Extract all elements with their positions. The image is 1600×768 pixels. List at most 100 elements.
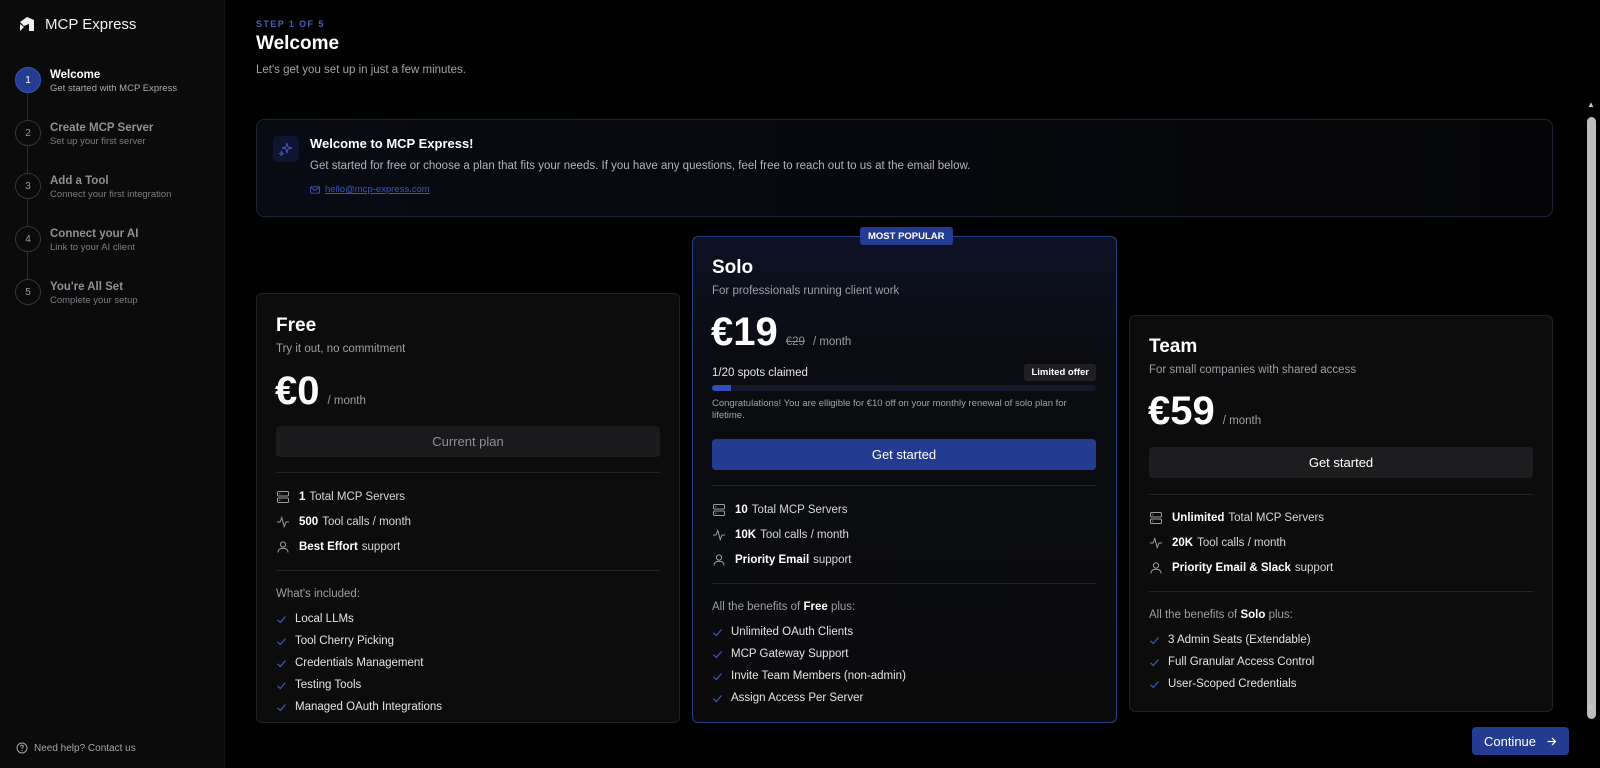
- included-item: Tool Cherry Picking: [276, 630, 442, 652]
- user-icon: [277, 540, 289, 553]
- plan-name: Solo: [712, 257, 754, 278]
- page-header: STEP 1 OF 5 Welcome Let's get you set up…: [256, 19, 466, 76]
- mail-icon: [310, 185, 320, 194]
- included-list: Local LLMs Tool Cherry Picking Credentia…: [276, 608, 442, 718]
- step-connector: [27, 93, 28, 120]
- check-icon: [713, 672, 722, 680]
- step-title: Welcome: [50, 69, 101, 81]
- contact-email: hello@mcp-express.com: [310, 184, 430, 195]
- welcome-card-title: Welcome to MCP Express!: [310, 136, 474, 151]
- included-label: Tool Cherry Picking: [295, 635, 395, 647]
- check-icon: [1150, 680, 1159, 688]
- included-item: 3 Admin Seats (Extendable): [1149, 629, 1314, 651]
- discount-notice: Congratulations! You are elligible for €…: [712, 398, 1067, 421]
- feature-servers: 1 Total MCP Servers: [276, 484, 411, 509]
- divider: [276, 570, 660, 571]
- divider: [712, 583, 1096, 584]
- feature-servers: 10 Total MCP Servers: [712, 497, 852, 522]
- plan-description: For professionals running client work: [712, 285, 900, 297]
- brand[interactable]: MCP Express: [18, 15, 136, 33]
- continue-button[interactable]: Continue: [1472, 727, 1569, 755]
- feature-value: Priority Email & Slack: [1172, 561, 1291, 574]
- scroll-down-arrow-icon[interactable]: ▼: [1587, 703, 1595, 712]
- price-amount: €0: [275, 369, 320, 413]
- page-title: Welcome: [256, 33, 340, 54]
- feature-value: Priority Email: [735, 553, 810, 566]
- feature-value: 20K: [1172, 536, 1194, 549]
- feature-label: support: [1294, 561, 1334, 574]
- feature-value: Unlimited: [1172, 511, 1225, 524]
- step-add-tool[interactable]: 3 Add a Tool Connect your first integrat…: [15, 173, 215, 226]
- feature-label: support: [361, 540, 401, 553]
- stepper: 1 Welcome Get started with MCP Express 2…: [15, 67, 215, 332]
- continue-label: Continue: [1483, 733, 1537, 749]
- step-create-mcp-server[interactable]: 2 Create MCP Server Set up your first se…: [15, 120, 215, 173]
- step-subtitle: Set up your first server: [50, 136, 146, 147]
- included-label: Local LLMs: [295, 613, 354, 625]
- brand-name: MCP Express: [45, 15, 137, 33]
- plan-description: Try it out, no commitment: [276, 343, 406, 355]
- price-period: / month: [327, 395, 366, 407]
- spots-claimed: 1/20 spots claimed Limited offer: [712, 364, 1096, 381]
- step-indicator: STEP 1 OF 5: [256, 19, 325, 29]
- scrollbar-thumb[interactable]: [1587, 117, 1596, 719]
- help-text: Need help? Contact us: [34, 742, 136, 754]
- server-icon: [713, 503, 725, 516]
- feature-tool-calls: 20K Tool calls / month: [1149, 530, 1333, 555]
- team-get-started-button[interactable]: Get started: [1149, 447, 1533, 478]
- most-popular-badge: MOST POPULAR: [860, 227, 953, 245]
- progress-fill: [712, 385, 732, 391]
- check-icon: [1150, 636, 1159, 644]
- step-number: 5: [15, 279, 41, 305]
- plan-card-team: Team For small companies with shared acc…: [1129, 315, 1553, 712]
- user-icon: [1150, 561, 1162, 574]
- step-subtitle: Connect your first integration: [50, 189, 172, 200]
- current-plan-button[interactable]: Current plan: [276, 426, 660, 457]
- step-all-set[interactable]: 5 You're All Set Complete your setup: [15, 279, 215, 332]
- scroll-up-arrow-icon[interactable]: ▲: [1587, 100, 1595, 109]
- spots-claimed-text: 1/20 spots claimed: [712, 366, 808, 379]
- included-item: MCP Gateway Support: [712, 643, 906, 665]
- scrollbar[interactable]: ▲ ▼: [1585, 100, 1598, 719]
- plan-description: For small companies with shared access: [1149, 364, 1357, 376]
- welcome-card-text: Get started for free or choose a plan th…: [310, 160, 971, 172]
- step-title: You're All Set: [50, 281, 124, 293]
- plan-features: Unlimited Total MCP Servers 20K Tool calls…: [1149, 505, 1333, 580]
- step-connect-ai[interactable]: 4 Connect your AI Link to your AI client: [15, 226, 215, 279]
- step-connector: [27, 199, 28, 226]
- plan-card-free: Free Try it out, no commitment €0 / mont…: [256, 293, 680, 723]
- check-icon: [277, 615, 286, 623]
- plan-features: 1 Total MCP Servers 500 Tool calls / month…: [276, 484, 411, 559]
- plan-card-solo: Solo For professionals running client wo…: [692, 236, 1117, 723]
- benefits-prefix: All the benefits of: [712, 601, 801, 613]
- limited-offer-badge: Limited offer: [1024, 364, 1096, 381]
- price-period: / month: [812, 336, 852, 348]
- step-connector: [27, 146, 28, 173]
- price-period: / month: [1222, 415, 1262, 427]
- check-icon: [277, 637, 286, 645]
- included-item: Invite Team Members (non-admin): [712, 665, 906, 687]
- feature-value: Best Effort: [299, 540, 358, 553]
- help-link[interactable]: Need help? Contact us: [16, 742, 136, 754]
- feature-label: Total MCP Servers: [751, 503, 848, 516]
- check-icon: [277, 703, 286, 711]
- included-list: Unlimited OAuth Clients MCP Gateway Supp…: [712, 621, 906, 709]
- feature-support: Priority Email support: [712, 547, 852, 572]
- email-link[interactable]: hello@mcp-express.com: [325, 184, 430, 195]
- included-heading: What's included:: [276, 588, 361, 600]
- activity-icon: [1150, 536, 1162, 549]
- step-subtitle: Link to your AI client: [50, 242, 136, 253]
- check-icon: [713, 694, 722, 702]
- check-icon: [713, 628, 722, 636]
- included-item: Local LLMs: [276, 608, 442, 630]
- feature-value: 10K: [735, 528, 757, 541]
- feature-tool-calls: 500 Tool calls / month: [276, 509, 411, 534]
- step-subtitle: Complete your setup: [50, 295, 138, 306]
- included-item: Full Granular Access Control: [1149, 651, 1314, 673]
- step-welcome[interactable]: 1 Welcome Get started with MCP Express: [15, 67, 215, 120]
- feature-value: 500: [299, 515, 319, 528]
- feature-value: 1: [299, 490, 306, 503]
- divider: [1149, 591, 1533, 592]
- included-item: Credentials Management: [276, 652, 442, 674]
- solo-get-started-button[interactable]: Get started: [712, 439, 1096, 470]
